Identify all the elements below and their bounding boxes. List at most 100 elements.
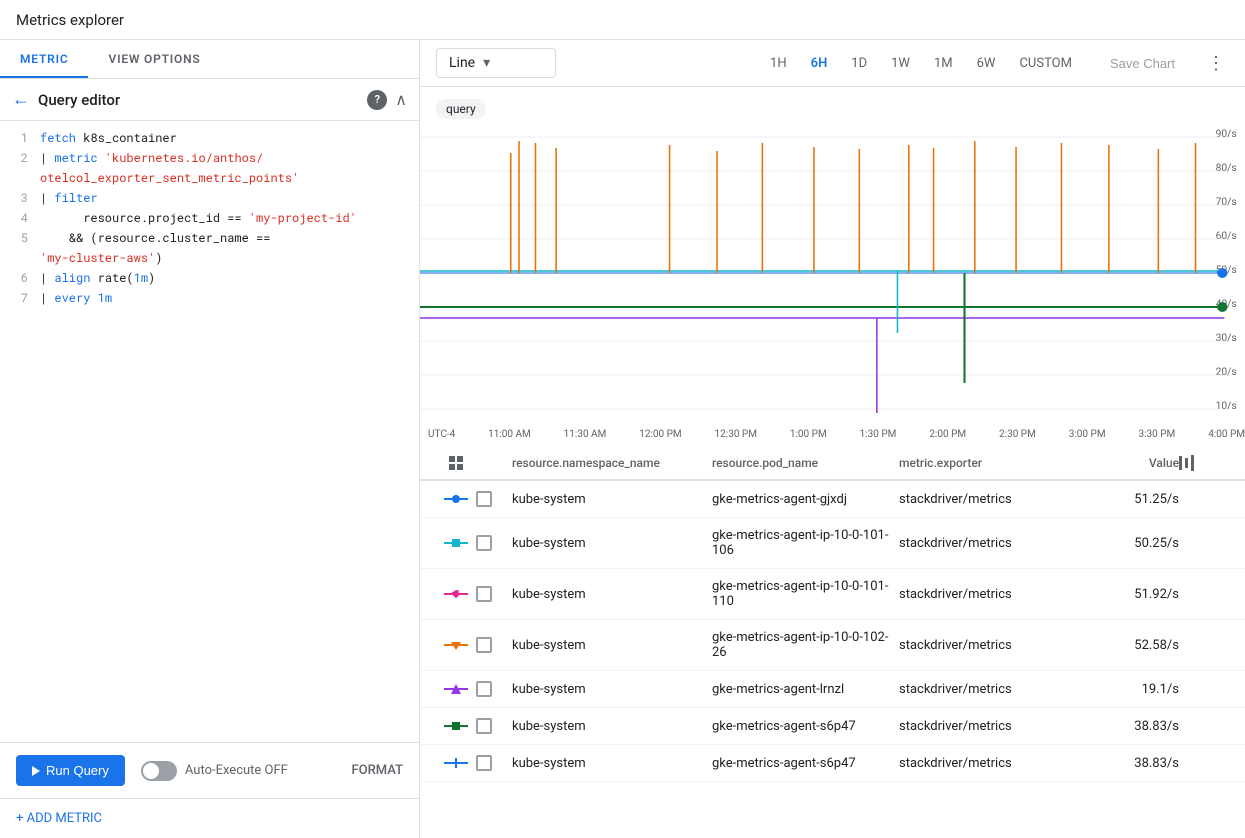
help-button[interactable]: ? — [367, 90, 387, 110]
code-line-5: 5 && (resource.cluster_name == — [0, 229, 419, 249]
chart-svg: 90/s 80/s 70/s 60/s 50/s 40/s 30/s 20/s … — [420, 123, 1245, 433]
value-4: 52.58/s — [1079, 638, 1179, 653]
chart-toolbar: Line ▾ 1H 6H 1D 1W 1M 6W CUSTOM Save Cha… — [420, 40, 1245, 87]
tab-view-options[interactable]: VIEW OPTIONS — [88, 40, 220, 78]
play-icon — [32, 766, 40, 776]
time-range-1h[interactable]: 1H — [760, 50, 797, 77]
pod-7: gke-metrics-agent-s6p47 — [712, 756, 899, 771]
svg-text:10/s: 10/s — [1216, 401, 1237, 412]
row-checkbox-7[interactable] — [476, 755, 492, 771]
svg-text:80/s: 80/s — [1216, 163, 1237, 174]
code-line-2: 2 | metric 'kubernetes.io/anthos/ — [0, 149, 419, 169]
row-checkbox-6[interactable] — [476, 718, 492, 734]
table-row: kube-system gke-metrics-agent-s6p47 stac… — [420, 745, 1245, 782]
series-icon-1 — [436, 491, 476, 507]
query-editor-header: ← Query editor ? ∧ — [0, 79, 419, 121]
chart-area: query 90/s 80/s 70/s 60/s 50/s 40/s 30/s… — [420, 87, 1245, 447]
tab-bar: METRIC VIEW OPTIONS — [0, 40, 419, 79]
series-icon-6 — [436, 718, 476, 734]
namespace-6: kube-system — [512, 719, 712, 734]
pod-3: gke-metrics-agent-ip-10-0-101-110 — [712, 579, 899, 609]
time-range-6w[interactable]: 6W — [967, 50, 1006, 77]
exporter-4: stackdriver/metrics — [899, 638, 1079, 653]
exporter-1: stackdriver/metrics — [899, 492, 1079, 507]
value-7: 38.83/s — [1079, 756, 1179, 771]
pod-5: gke-metrics-agent-lrnzl — [712, 682, 899, 697]
col-pod-header: resource.pod_name — [712, 456, 899, 470]
time-range-selector: 1H 6H 1D 1W 1M 6W CUSTOM — [760, 50, 1082, 77]
namespace-2: kube-system — [512, 536, 712, 551]
code-line-6: 6 | align rate(1m) — [0, 269, 419, 289]
table-row: kube-system gke-metrics-agent-gjxdj stac… — [420, 481, 1245, 518]
add-metric-button[interactable]: + ADD METRIC — [0, 798, 419, 838]
top-bar: Metrics explorer — [0, 0, 1245, 40]
namespace-7: kube-system — [512, 756, 712, 771]
save-chart-button[interactable]: Save Chart — [1094, 50, 1191, 77]
code-line-5b: 'my-cluster-aws') — [0, 249, 419, 269]
chart-type-select[interactable]: Line ▾ — [436, 48, 556, 78]
col-namespace-header: resource.namespace_name — [512, 456, 712, 470]
namespace-5: kube-system — [512, 682, 712, 697]
value-5: 19.1/s — [1079, 682, 1179, 697]
row-checkbox-4[interactable] — [476, 637, 492, 653]
table-header: resource.namespace_name resource.pod_nam… — [420, 447, 1245, 481]
back-button[interactable]: ← — [12, 89, 30, 110]
series-icon-7 — [436, 755, 476, 771]
x-axis-labels: UTC-4 11:00 AM 11:30 AM 12:00 PM 12:30 P… — [420, 429, 1245, 440]
collapse-button[interactable]: ∧ — [395, 90, 407, 109]
query-editor-title: Query editor — [38, 91, 367, 109]
time-range-1m[interactable]: 1M — [924, 50, 963, 77]
left-panel: METRIC VIEW OPTIONS ← Query editor ? ∧ 1… — [0, 40, 420, 838]
tab-metric[interactable]: METRIC — [0, 40, 88, 78]
main-layout: METRIC VIEW OPTIONS ← Query editor ? ∧ 1… — [0, 40, 1245, 838]
time-range-custom[interactable]: CUSTOM — [1009, 50, 1081, 77]
pod-6: gke-metrics-agent-s6p47 — [712, 719, 899, 734]
table-row: kube-system gke-metrics-agent-s6p47 stac… — [420, 708, 1245, 745]
col-series-icon-header — [436, 455, 476, 471]
value-2: 50.25/s — [1079, 536, 1179, 551]
exporter-3: stackdriver/metrics — [899, 587, 1079, 602]
value-6: 38.83/s — [1079, 719, 1179, 734]
code-line-2b: otelcol_exporter_sent_metric_points' — [0, 169, 419, 189]
chart-type-dropdown-icon: ▾ — [483, 55, 490, 71]
data-table: resource.namespace_name resource.pod_nam… — [420, 447, 1245, 838]
time-range-6h[interactable]: 6H — [801, 50, 838, 77]
svg-text:30/s: 30/s — [1216, 333, 1237, 344]
more-options-button[interactable]: ⋮ — [1203, 49, 1229, 78]
series-icon-4 — [436, 637, 476, 653]
time-range-1d[interactable]: 1D — [841, 50, 877, 77]
col-value-header: Value — [1079, 456, 1179, 470]
svg-text:60/s: 60/s — [1216, 231, 1237, 242]
toggle-switch[interactable] — [141, 761, 177, 781]
run-query-button[interactable]: Run Query — [16, 755, 125, 786]
namespace-3: kube-system — [512, 587, 712, 602]
editor-footer: Run Query Auto-Execute OFF FORMAT — [0, 742, 419, 798]
table-row: kube-system gke-metrics-agent-lrnzl stac… — [420, 671, 1245, 708]
row-checkbox-5[interactable] — [476, 681, 492, 697]
exporter-6: stackdriver/metrics — [899, 719, 1079, 734]
svg-text:20/s: 20/s — [1216, 367, 1237, 378]
pod-2: gke-metrics-agent-ip-10-0-101-106 — [712, 528, 899, 558]
value-1: 51.25/s — [1079, 492, 1179, 507]
pod-1: gke-metrics-agent-gjxdj — [712, 492, 899, 507]
toggle-knob — [143, 763, 159, 779]
series-icon-5 — [436, 681, 476, 697]
row-checkbox-2[interactable] — [476, 535, 492, 551]
row-checkbox-1[interactable] — [476, 491, 492, 507]
query-tag[interactable]: query — [436, 99, 486, 119]
exporter-5: stackdriver/metrics — [899, 682, 1079, 697]
code-line-3: 3 | filter — [0, 189, 419, 209]
code-editor[interactable]: 1 fetch k8s_container 2 | metric 'kubern… — [0, 121, 419, 742]
time-range-1w[interactable]: 1W — [881, 50, 920, 77]
row-checkbox-3[interactable] — [476, 586, 492, 602]
exporter-7: stackdriver/metrics — [899, 756, 1079, 771]
code-line-7: 7 | every 1m — [0, 289, 419, 309]
namespace-4: kube-system — [512, 638, 712, 653]
value-3: 51.92/s — [1079, 587, 1179, 602]
app-title: Metrics explorer — [16, 11, 124, 29]
auto-execute-toggle[interactable]: Auto-Execute OFF — [141, 761, 288, 781]
code-line-1: 1 fetch k8s_container — [0, 129, 419, 149]
format-button[interactable]: FORMAT — [351, 763, 403, 778]
col-columns-icon-header[interactable] — [1179, 455, 1229, 471]
col-exporter-header: metric.exporter — [899, 456, 1079, 470]
